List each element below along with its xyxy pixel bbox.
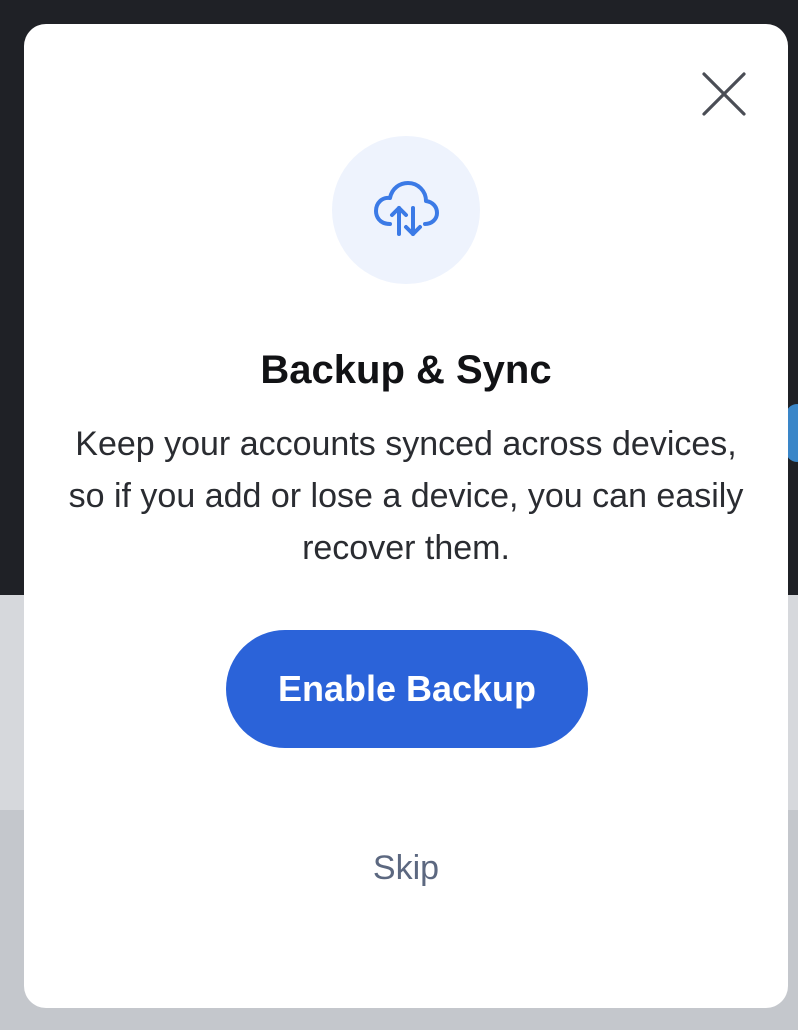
backup-sync-modal: Backup & Sync Keep your accounts synced … xyxy=(24,24,788,1008)
close-button[interactable] xyxy=(698,68,750,120)
enable-backup-button[interactable]: Enable Backup xyxy=(226,630,588,748)
feature-icon-badge xyxy=(332,136,480,284)
cloud-sync-icon xyxy=(374,181,439,236)
skip-link[interactable]: Skip xyxy=(306,842,506,894)
modal-title: Backup & Sync xyxy=(260,348,552,392)
close-icon xyxy=(702,72,746,116)
modal-description: Keep your accounts synced across devices… xyxy=(68,425,744,567)
